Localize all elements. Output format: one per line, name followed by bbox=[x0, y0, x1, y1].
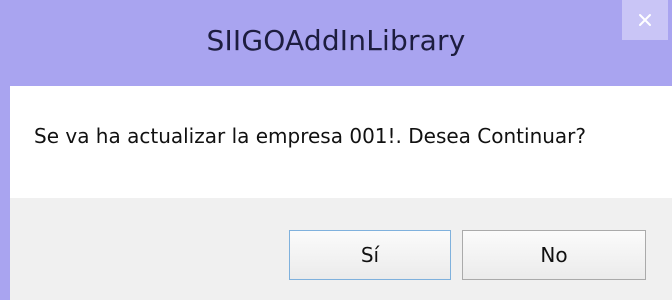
yes-button[interactable]: Sí bbox=[289, 230, 451, 280]
message-dialog: SIIGOAddInLibrary Se va ha actualizar la… bbox=[0, 0, 672, 300]
dialog-footer: Sí No bbox=[10, 198, 672, 300]
title-bar[interactable]: SIIGOAddInLibrary bbox=[0, 0, 672, 86]
close-icon bbox=[639, 14, 651, 26]
window-title: SIIGOAddInLibrary bbox=[206, 24, 466, 57]
close-button[interactable] bbox=[622, 0, 668, 40]
dialog-message: Se va ha actualizar la empresa 001!. Des… bbox=[34, 124, 587, 148]
no-button[interactable]: No bbox=[462, 230, 646, 280]
dialog-content: Se va ha actualizar la empresa 001!. Des… bbox=[10, 86, 672, 198]
